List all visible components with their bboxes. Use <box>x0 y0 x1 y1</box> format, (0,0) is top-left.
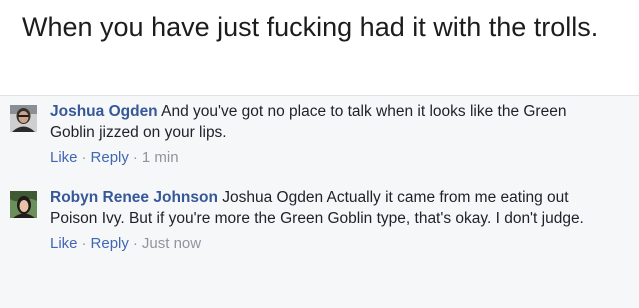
comment-author[interactable]: Joshua Ogden <box>50 103 158 120</box>
avatar-photo-icon <box>10 105 37 132</box>
reply-button[interactable]: Reply <box>91 149 129 166</box>
avatar-photo-icon <box>10 191 37 218</box>
comment-author[interactable]: Robyn Renee Johnson <box>50 189 218 206</box>
separator: · <box>132 149 138 166</box>
comment-mention[interactable]: Joshua Ogden <box>222 189 323 206</box>
avatar[interactable] <box>10 105 37 132</box>
comment-timestamp[interactable]: 1 min <box>142 149 179 166</box>
comment-timestamp[interactable]: Just now <box>142 235 201 252</box>
comment-content: Robyn Renee Johnson Joshua Ogden Actuall… <box>50 187 610 229</box>
separator: · <box>132 235 138 252</box>
like-button[interactable]: Like <box>50 149 78 166</box>
comment-body: Robyn Renee Johnson Joshua Ogden Actuall… <box>50 187 610 254</box>
comment-body: Joshua Ogden And you've got no place to … <box>50 101 610 168</box>
avatar[interactable] <box>10 191 37 218</box>
separator: · <box>81 235 87 252</box>
comment-thread: Joshua Ogden And you've got no place to … <box>0 95 639 308</box>
comment-actions: Like · Reply · 1 min <box>50 147 610 168</box>
comment-content: Joshua Ogden And you've got no place to … <box>50 101 610 143</box>
post-caption: When you have just fucking had it with t… <box>22 12 599 42</box>
comment-actions: Like · Reply · Just now <box>50 233 610 254</box>
like-button[interactable]: Like <box>50 235 78 252</box>
reply-button[interactable]: Reply <box>91 235 129 252</box>
separator: · <box>81 149 87 166</box>
